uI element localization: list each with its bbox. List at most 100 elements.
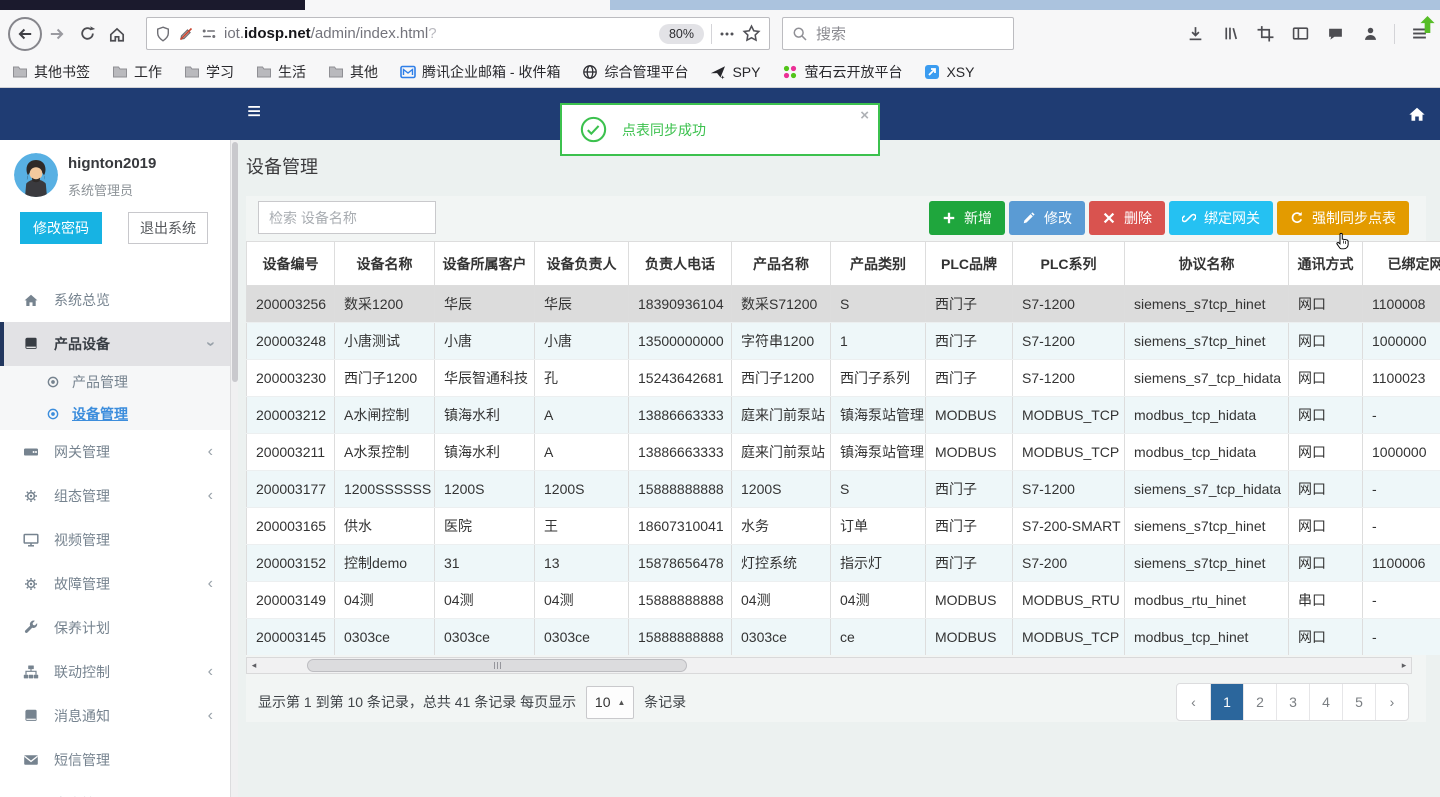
downloads-button[interactable] [1184,23,1206,45]
permissions-icon[interactable] [201,26,217,42]
sidebar-item-product-mgmt[interactable]: 产品管理 [0,366,230,398]
table-row[interactable]: 200003211 A水泵控制 镇海水利 A 13886663333 庭来门前泵站 镇海泵站… [246,433,1440,471]
table-cell: 1200S [534,470,629,508]
sidebar-item-device-mgmt[interactable]: 设备管理 [0,398,230,430]
sidebar-item-fault-mgmt[interactable]: 故障管理 ‹ [0,562,230,606]
pager-page-4[interactable]: 4 [1309,684,1342,720]
device-search-input[interactable] [258,201,436,234]
add-button[interactable]: 新增 [929,201,1005,235]
url-bar[interactable]: iot.idosp.net/admin/index.html? 80% [146,17,770,50]
sidebar-item-customer-mgmt[interactable]: 客户管理 [0,782,230,797]
sidebar-toggle-button[interactable] [1289,23,1311,45]
account-button[interactable] [1359,23,1381,45]
scroll-right-arrow-icon[interactable]: ▸ [1397,658,1411,673]
chevron-left-icon: ‹ [207,707,213,724]
bookmark-tencent-exmail[interactable]: 腾讯企业邮箱 - 收件箱 [400,62,560,82]
user-name: hignton2019 [68,155,157,172]
caret-up-icon: ▲ [617,697,626,707]
pager-next[interactable]: › [1375,684,1408,720]
table-row[interactable]: 200003230 西门子1200 华辰智通科技孔 15243642681 西门子120… [246,359,1440,397]
sidebar-item-linkage-control[interactable]: 联动控制 ‹ [0,650,230,694]
sidebar-item-config-mgmt[interactable]: 组态管理 ‹ [0,474,230,518]
refresh-icon [1290,211,1304,225]
bookmark-spy[interactable]: SPY [710,64,760,80]
back-button[interactable] [8,16,42,51]
screenshot-button[interactable] [1254,23,1276,45]
bookmark-mgmt-platform[interactable]: 综合管理平台 [582,62,688,82]
sidebar-collapse-button[interactable]: ≡ [247,100,261,124]
delete-button[interactable]: 删除 [1089,201,1165,235]
bind-gateway-button[interactable]: 绑定网关 [1169,201,1273,235]
sidebar-item-product-device[interactable]: 产品设备 ‹ [0,322,230,366]
bookmark-other[interactable]: 其他 [328,62,378,82]
table-row[interactable]: 200003177 1200SSSSSS 1200S 1200S 15888888888… [246,470,1440,508]
table-cell: modbus_tcp_hinet [1124,618,1289,655]
sidebar-item-system-overview[interactable]: 系统总览 [0,278,230,322]
avatar[interactable] [14,153,58,197]
sidebar-item-gateway-mgmt[interactable]: 网关管理 ‹ [0,430,230,474]
pencil-slash-icon[interactable] [178,26,194,42]
app-home-button[interactable] [1408,105,1426,123]
scrollbar-thumb[interactable] [307,659,687,672]
table-cell: 0303ce [434,618,535,655]
table-cell: 13886663333 [628,396,732,434]
table-row[interactable]: 200003145 0303ce 0303ce 0303ce 15888888888 03… [246,618,1440,655]
table-row[interactable]: 200003248 小唐测试 小唐 小唐 13500000000 字符串1200 1 西门子 S… [246,322,1440,360]
library-button[interactable] [1219,23,1241,45]
device-table: 设备编号 设备名称 设备所属客户 设备负责人 负责人电话 产品名称 产品类别 PLC品牌 PLC… [246,241,1440,655]
pocket-button[interactable] [1324,23,1346,45]
table-cell: 镇海泵站管理 [830,396,926,434]
bookmark-other-bookmarks[interactable]: 其他书签 [12,62,90,82]
zoom-level-badge[interactable]: 80% [658,23,704,44]
forward-button[interactable] [42,19,72,49]
horizontal-scrollbar[interactable]: ◂ ▸ [246,657,1412,674]
bookmark-star-icon[interactable] [742,24,761,43]
column-header: 设备负责人 [534,241,629,286]
table-row[interactable]: 200003152 控制demo 31 13 15878656478 灯控系统 指示灯 西门子… [246,544,1440,582]
table-cell: siemens_s7_tcp_hidata [1124,359,1289,397]
sidebar-item-label: 产品设备 [54,336,110,352]
table-cell: 华辰智通科技 [434,359,535,397]
pager-page-3[interactable]: 3 [1276,684,1309,720]
sidebar-item-maintenance-plan[interactable]: 保养计划 [0,606,230,650]
sidebar-item-message-notify[interactable]: 消息通知 ‹ [0,694,230,738]
table-cell: S7-1200 [1012,359,1125,397]
table-row[interactable]: 200003165 供水 医院王 18607310041 水务 订单 西门子 S7-200-S… [246,507,1440,545]
force-sync-points-button[interactable]: 强制同步点表 [1277,201,1409,235]
bookmark-life[interactable]: 生活 [256,62,306,82]
table-row[interactable]: 200003256 数采1200 华辰 华辰 18390936104 数采S71200 S 西… [246,285,1440,323]
shield-icon[interactable] [155,25,171,42]
bookmark-ys7-open-platform[interactable]: 萤石云开放平台 [782,62,902,82]
bookmark-study[interactable]: 学习 [184,62,234,82]
scroll-left-arrow-icon[interactable]: ◂ [247,658,261,673]
change-password-button[interactable]: 修改密码 [20,212,102,244]
sidebar-item-sms-mgmt[interactable]: 短信管理 [0,738,230,782]
browser-home-button[interactable] [102,19,132,49]
reload-button[interactable] [72,19,102,49]
toast-close-icon[interactable]: × [860,107,869,124]
pager-prev[interactable]: ‹ [1177,684,1210,720]
reload-icon [79,25,96,42]
pager-page-5[interactable]: 5 [1342,684,1375,720]
bookmark-xsy[interactable]: XSY [924,64,974,80]
bookmark-work[interactable]: 工作 [112,62,162,82]
main-content: 设备管理 新增 修改 删除 绑定网关 强制同步点表 设备编号设备名称设备所属客户设备负责… [238,140,1440,797]
pager-page-2[interactable]: 2 [1243,684,1276,720]
table-cell: 04测 [334,581,435,619]
sidebar-item-video-mgmt[interactable]: 视频管理 [0,518,230,562]
table-cell: 1100008 [1362,285,1440,323]
browser-menu-button[interactable] [1408,15,1435,45]
sidebar-item-label: 系统总览 [54,292,110,308]
chevron-left-icon: ‹ [207,443,213,460]
pager-page-1[interactable]: 1 [1210,684,1243,720]
page-actions-icon[interactable] [719,26,735,42]
sidebar-scrollbar[interactable] [230,140,238,797]
folder-icon [328,64,344,80]
browser-search[interactable]: 搜索 [782,17,1014,50]
logout-button[interactable]: 退出系统 [128,212,208,244]
page-size-select[interactable]: 10 ▲ [586,685,635,719]
table-row[interactable]: 200003212 A水闸控制 镇海水利 A 13886663333 庭来门前泵站 镇海泵站… [246,396,1440,434]
table-row[interactable]: 200003149 04测 04测 04测 15888888888 04测 04测 MODBU… [246,581,1440,619]
button-label: 删除 [1124,210,1152,226]
edit-button[interactable]: 修改 [1009,201,1085,235]
